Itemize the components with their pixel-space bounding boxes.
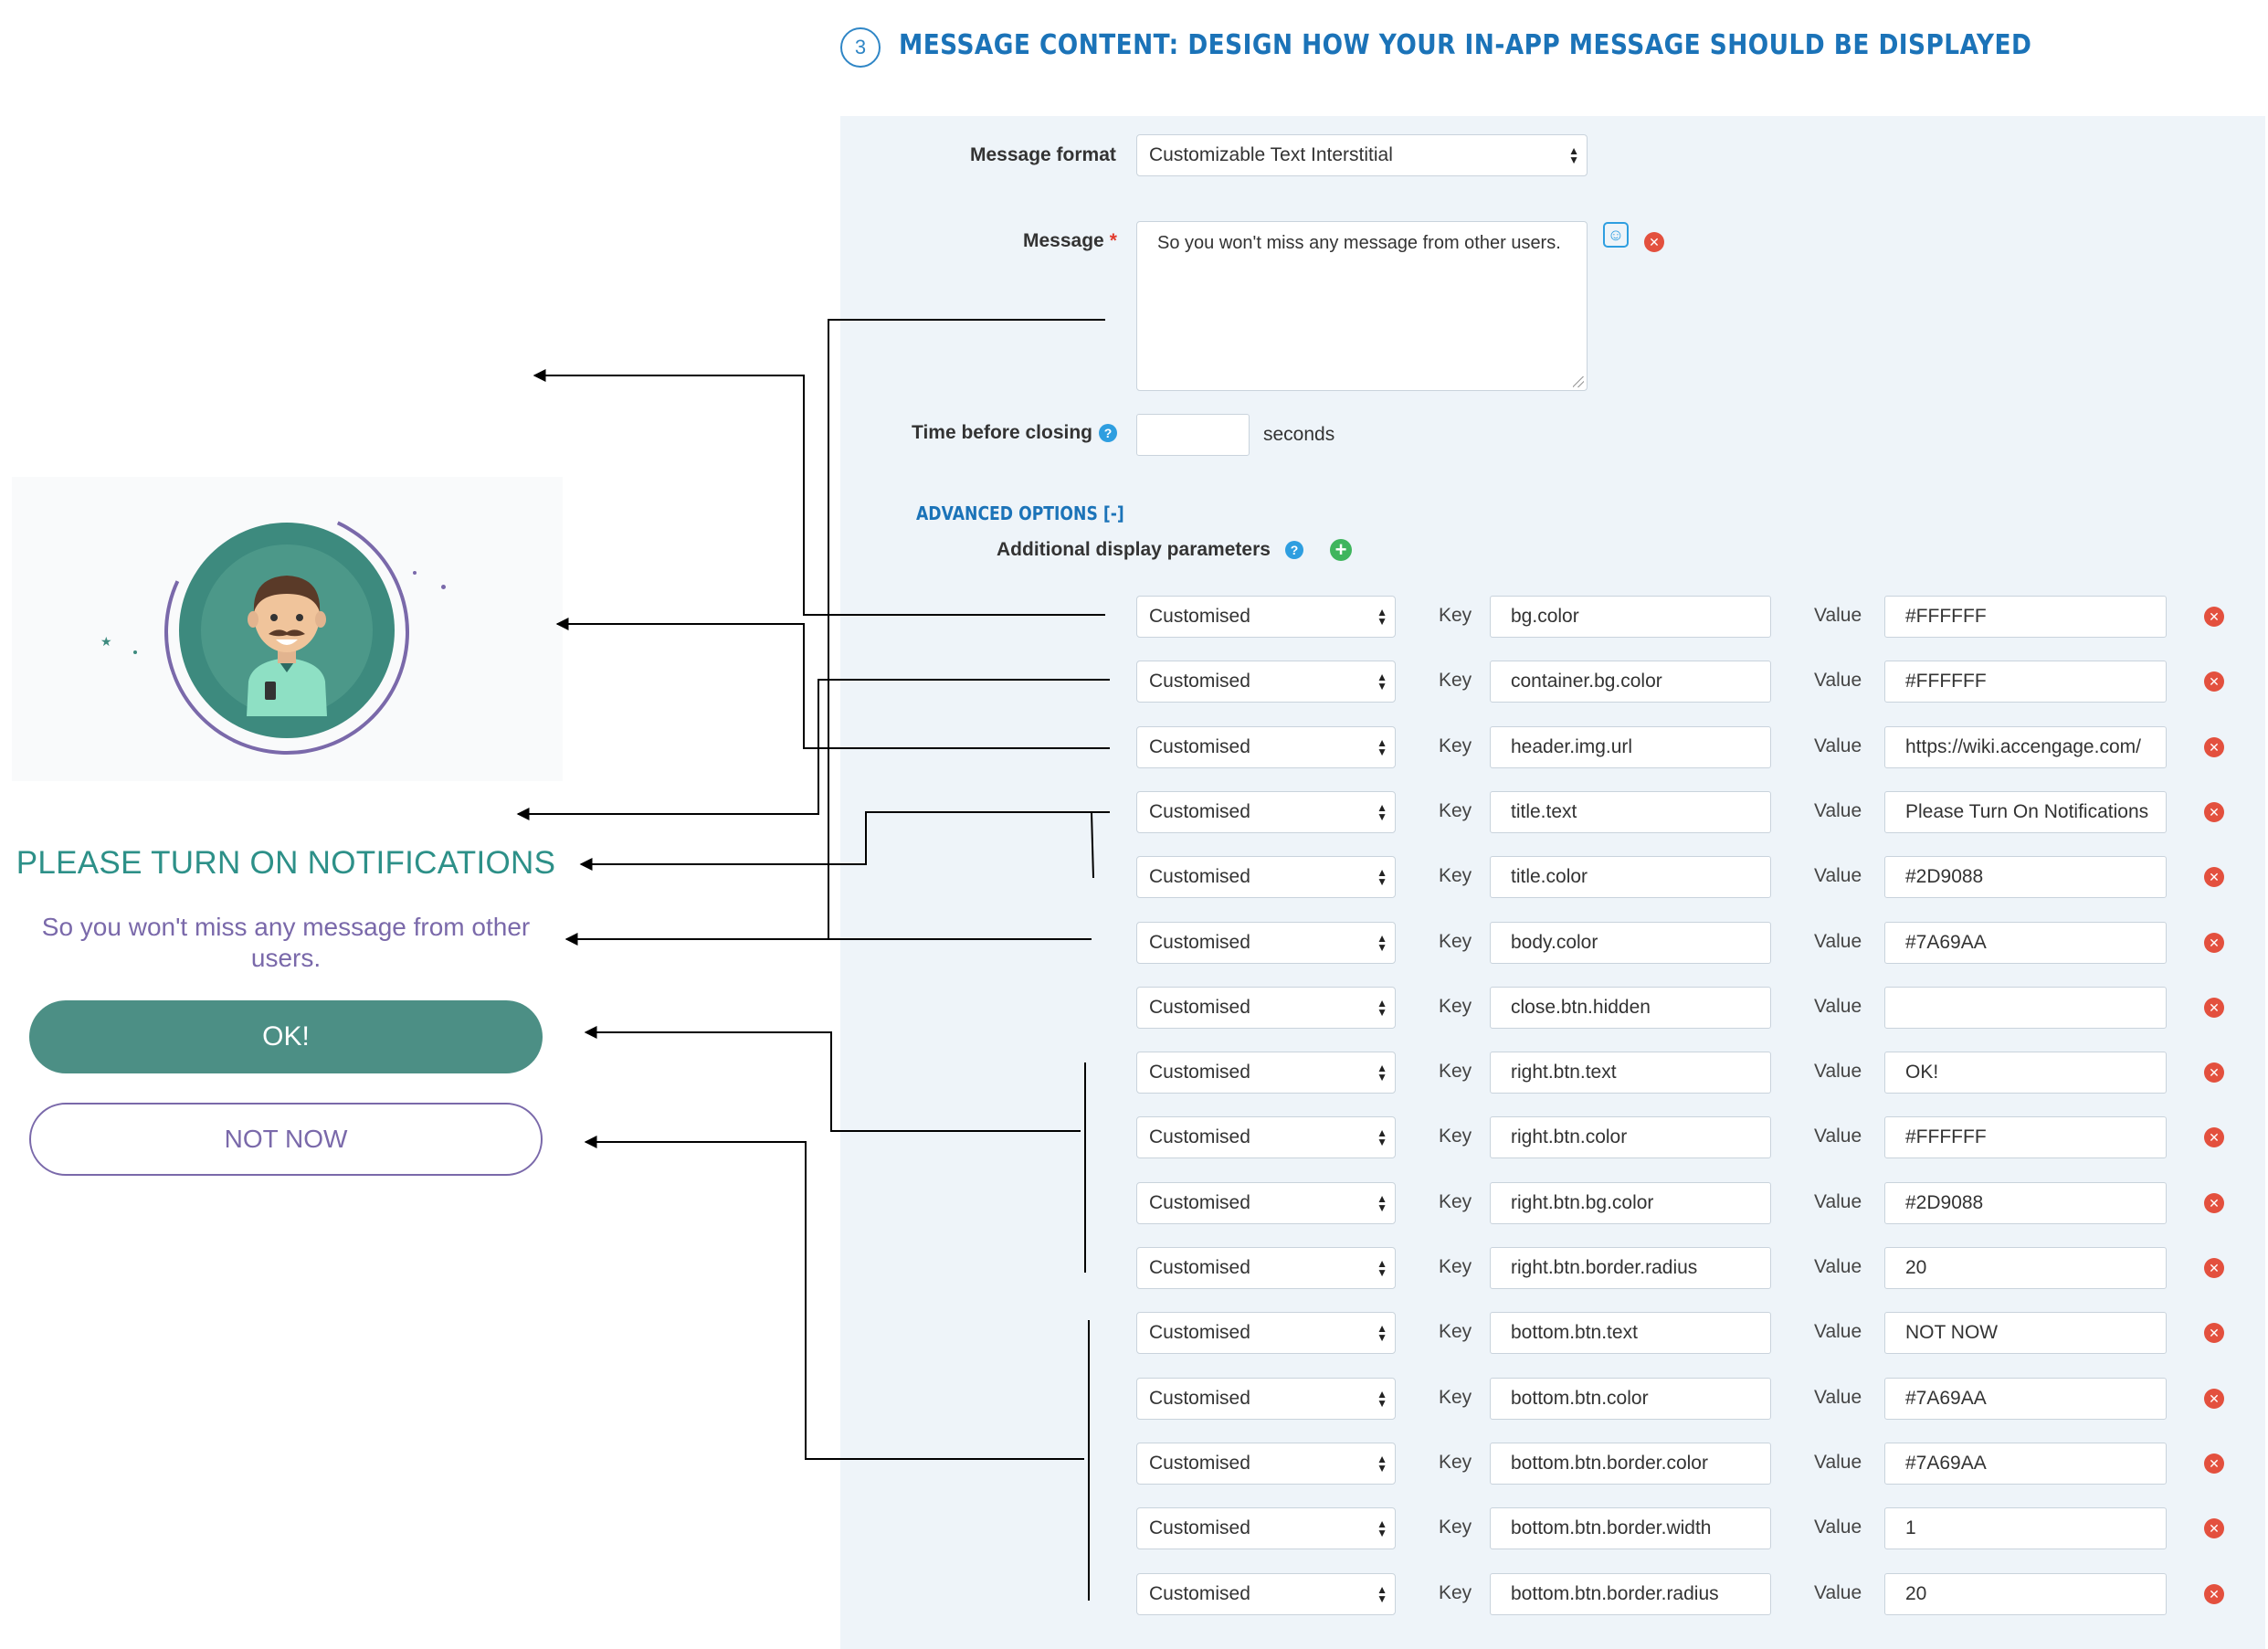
connector-lines	[516, 319, 1110, 1601]
